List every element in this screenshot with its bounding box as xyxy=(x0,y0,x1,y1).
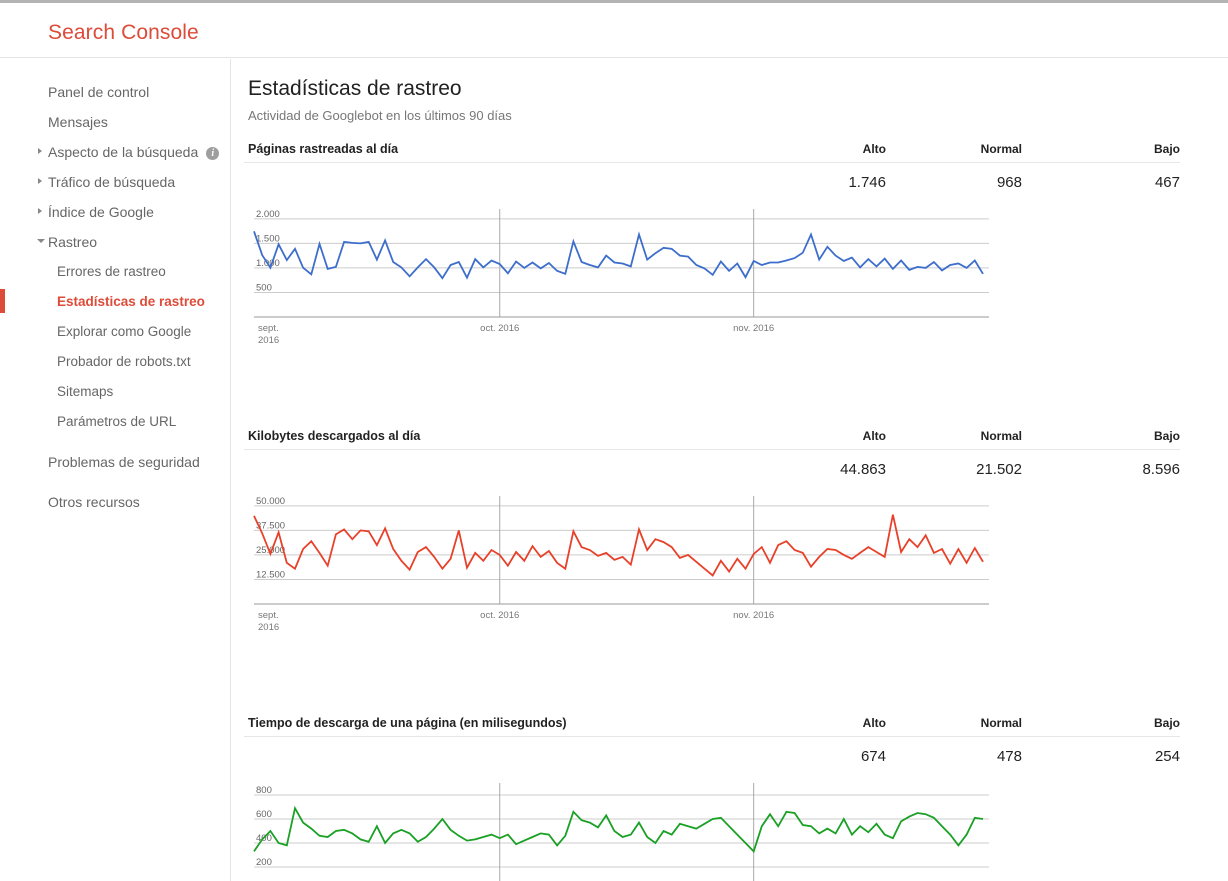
stat-value-bajo: 254 xyxy=(1154,748,1180,765)
chevron-right-icon[interactable] xyxy=(38,178,42,184)
sidebar-item-label: Índice de Google xyxy=(48,204,154,220)
page-title: Estadísticas de rastreo xyxy=(248,77,462,100)
main-content: Estadísticas de rastreo Actividad de Goo… xyxy=(232,59,1228,881)
stat-value-bajo: 467 xyxy=(1154,174,1180,191)
sidebar-item-label: Rastreo xyxy=(48,234,98,250)
column-header-normal: Normal xyxy=(980,716,1022,730)
sidebar-item-rastreo[interactable]: Rastreo xyxy=(0,227,230,257)
sidebar-item-explorar-como-google[interactable]: Explorar como Google xyxy=(0,317,230,347)
report-values-row: 44.863 21.502 8.596 xyxy=(244,450,1180,488)
chevron-right-icon[interactable] xyxy=(38,148,42,154)
sidebar-item-sitemaps[interactable]: Sitemaps xyxy=(0,377,230,407)
report-header: Kilobytes descargados al día Alto Normal Ba… xyxy=(244,428,1180,450)
chart-x-tick-label: oct. 2016 xyxy=(480,610,519,621)
sidebar-item-otros-recursos[interactable]: Otros recursos xyxy=(0,487,230,517)
report-section: Páginas rastreadas al día Alto Normal Bajo 1… xyxy=(244,141,1180,424)
selected-indicator-bar xyxy=(0,289,5,313)
page-subtitle: Actividad de Googlebot en los últimos 90… xyxy=(248,108,512,123)
column-header-alto: Alto xyxy=(862,142,886,156)
info-icon[interactable]: i xyxy=(206,147,220,160)
sidebar-item-tráfico-de-búsqueda[interactable]: Tráfico de búsqueda xyxy=(0,167,230,197)
chart-y-tick-label: 500 xyxy=(256,282,272,293)
sidebar-item-label: Aspecto de la búsqueda xyxy=(48,144,199,160)
sidebar-item-label: Tráfico de búsqueda xyxy=(48,174,176,190)
sidebar-item-panel-de-control[interactable]: Panel de control xyxy=(0,77,230,107)
report-title: Páginas rastreadas al día xyxy=(248,142,399,156)
sidebar-item-label: Mensajes xyxy=(48,114,108,130)
stat-value-bajo: 8.596 xyxy=(1142,461,1180,478)
sidebar-item-estadísticas-de-rastreo[interactable]: Estadísticas de rastreo xyxy=(0,287,230,317)
app-header: Search Console xyxy=(0,6,1228,58)
sidebar-item-mensajes[interactable]: Mensajes xyxy=(0,107,230,137)
search-console-page: Search Console Panel de control Mensajes A… xyxy=(0,0,1228,881)
chart-x-tick-label: nov. 2016 xyxy=(733,323,774,334)
chart-series-line xyxy=(253,514,984,577)
chart-container: 500 1.000 1.500 2.000 sept. 2016 oct. 2016 nov.… xyxy=(244,201,1180,376)
column-header-bajo: Bajo xyxy=(1153,716,1180,730)
sidebar-item-label: Probador de robots.txt xyxy=(57,354,191,369)
sidebar-item-label: Panel de control xyxy=(48,84,150,100)
column-header-alto: Alto xyxy=(862,429,886,443)
chart-series-line xyxy=(253,805,984,854)
report-title: Kilobytes descargados al día xyxy=(248,429,421,443)
sidebar-item-parámetros-de-url[interactable]: Parámetros de URL xyxy=(0,407,230,437)
report-section: Kilobytes descargados al día Alto Normal Ba… xyxy=(244,428,1180,711)
chart-x-tick-label: oct. 2016 xyxy=(480,323,519,334)
stat-value-alto: 1.746 xyxy=(848,174,886,191)
sidebar-item-problemas-de-seguridad[interactable]: Problemas de seguridad xyxy=(0,447,230,477)
chart-y-tick-label: 2.000 xyxy=(256,209,280,220)
sidebar-item-label: Estadísticas de rastreo xyxy=(57,294,205,309)
chart-canvas: 5001.0001.5002.000sept. 2016oct. 2016 nov.… xyxy=(253,209,989,346)
sidebar-item-label: Parámetros de URL xyxy=(57,414,177,429)
sidebar-item-label: Explorar como Google xyxy=(57,324,192,339)
sidebar-item-errores-de-rastreo[interactable]: Errores de rastreo xyxy=(0,257,230,287)
sidebar-item-label: Problemas de seguridad xyxy=(48,454,200,470)
column-header-normal: Normal xyxy=(980,429,1022,443)
chart-y-tick-label: 1.500 xyxy=(256,233,280,244)
chevron-right-icon[interactable] xyxy=(38,208,42,214)
sidebar-item-label: Sitemaps xyxy=(57,384,114,399)
chart-y-tick-label: 600 xyxy=(256,809,272,820)
stat-value-alto: 44.863 xyxy=(840,461,886,478)
sidebar-item-label: Otros recursos xyxy=(48,494,140,510)
chart-container: 200400600800sept.2016oct. 2016nov. 2016 xyxy=(244,775,1180,881)
report-title: Tiempo de descarga de una página (en mil… xyxy=(248,716,567,730)
chart-y-tick-label: 50.000 xyxy=(256,496,285,507)
sidebar-item-label: Errores de rastreo xyxy=(57,264,166,279)
stat-value-normal: 968 xyxy=(996,174,1022,191)
chart-x-tick-label: sept. 2016 xyxy=(258,610,279,633)
report-header: Páginas rastreadas al día Alto Normal Bajo xyxy=(244,141,1180,163)
column-header-bajo: Bajo xyxy=(1153,142,1180,156)
column-header-bajo: Bajo xyxy=(1153,429,1180,443)
column-header-normal: Normal xyxy=(980,142,1022,156)
sidebar-item-probador-de-robotstxt[interactable]: Probador de robots.txt xyxy=(0,347,230,377)
chevron-down-icon[interactable] xyxy=(37,239,45,243)
stat-value-normal: 21.502 xyxy=(976,461,1022,478)
report-values-row: 1.746 968 467 xyxy=(244,163,1180,201)
chart-y-tick-label: 12.500 xyxy=(256,569,285,580)
stat-value-normal: 478 xyxy=(996,748,1022,765)
report-values-row: 674 478 254 xyxy=(244,737,1180,775)
chart-y-tick-label: 800 xyxy=(256,785,272,796)
column-header-alto: Alto xyxy=(862,716,886,730)
report-section: Tiempo de descarga de una página (en mil… xyxy=(244,715,1180,881)
chart-x-tick-label: sept. 2016 xyxy=(258,323,279,346)
chart-series-line xyxy=(253,231,984,280)
sidebar-item-aspecto-de-la-búsqueda[interactable]: Aspecto de la búsqueda i xyxy=(0,137,230,167)
sidebar: Panel de control Mensajes Aspecto de la bú… xyxy=(0,59,231,881)
reports-container: Páginas rastreadas al día Alto Normal Bajo 1… xyxy=(244,141,1180,881)
chart-y-tick-label: 200 xyxy=(256,857,272,868)
chart-canvas: 200400600800sept.2016oct. 2016nov. 2016 xyxy=(253,783,989,881)
report-header: Tiempo de descarga de una página (en mil… xyxy=(244,715,1180,737)
chart-container: 12.500 25.000 37.500 50.000 sept. 2016 oct. 20… xyxy=(244,488,1180,663)
stat-value-alto: 674 xyxy=(860,748,886,765)
chart-x-tick-label: nov. 2016 xyxy=(733,610,774,621)
sidebar-item-índice-de-google[interactable]: Índice de Google xyxy=(0,197,230,227)
chart-canvas: 12.50025.00037.50050.000sept. 2016oct. 20… xyxy=(253,496,989,633)
app-title[interactable]: Search Console xyxy=(48,21,199,45)
